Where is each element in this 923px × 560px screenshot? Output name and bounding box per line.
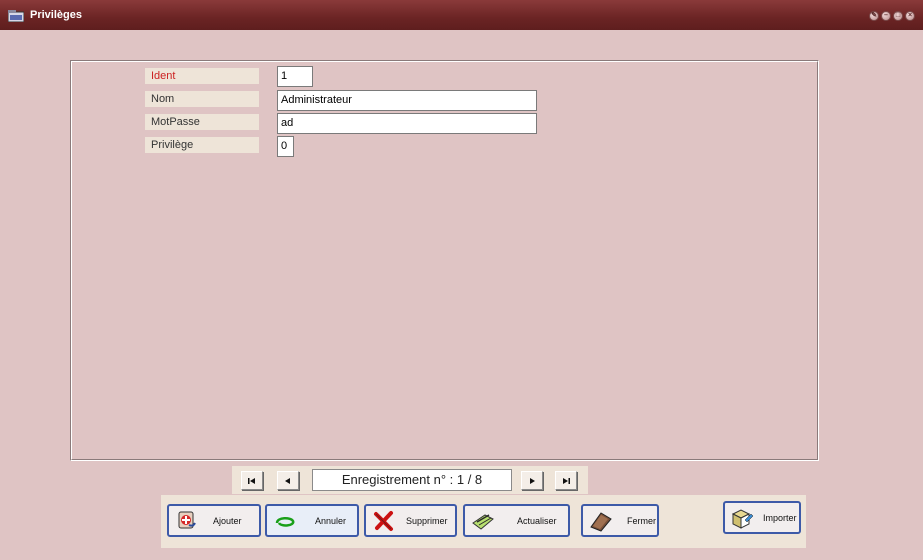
add-button-label: Ajouter <box>213 516 242 526</box>
nom-label: Nom <box>145 91 259 107</box>
close-button[interactable]: Fermer <box>581 504 659 537</box>
refresh-button[interactable]: Actualiser <box>463 504 570 537</box>
ident-field[interactable]: 1 <box>277 66 313 87</box>
import-icon <box>731 509 754 529</box>
refresh-pencil-icon <box>472 514 494 530</box>
cancel-undo-icon <box>275 517 295 527</box>
delete-button-label: Supprimer <box>406 516 448 526</box>
window-title: Privilèges <box>30 9 82 21</box>
record-navigator: Enregistrement n° : 1 / 8 <box>232 466 588 494</box>
motpasse-label: MotPasse <box>145 114 259 130</box>
import-button-label: Importer <box>763 513 797 523</box>
maximize-icon[interactable]: □ <box>893 11 903 21</box>
cancel-button[interactable]: Annuler <box>265 504 359 537</box>
nom-field[interactable]: Administrateur <box>277 90 537 111</box>
record-counter: Enregistrement n° : 1 / 8 <box>312 469 512 491</box>
next-record-button[interactable] <box>521 471 543 490</box>
privilege-field[interactable]: 0 <box>277 136 294 157</box>
action-toolbar: Ajouter Annuler Supprimer Actualiser Fer… <box>161 495 806 548</box>
settings-icon[interactable]: ✎ <box>869 11 879 21</box>
privilege-label: Privilège <box>145 137 259 153</box>
form-client-area: Ident 1 Nom Administrateur MotPasse ad P… <box>0 30 923 560</box>
refresh-button-label: Actualiser <box>517 516 557 526</box>
motpasse-field[interactable]: ad <box>277 113 537 134</box>
import-button[interactable]: Importer <box>723 501 801 534</box>
last-record-button[interactable] <box>555 471 577 490</box>
close-door-icon <box>590 512 612 532</box>
delete-button[interactable]: Supprimer <box>364 504 457 537</box>
next-record-icon <box>530 478 535 484</box>
title-bar[interactable]: Privilèges ✎ – □ × <box>0 0 923 30</box>
previous-record-icon <box>285 478 290 484</box>
minimize-icon[interactable]: – <box>881 11 891 21</box>
ident-label: Ident <box>145 68 259 84</box>
previous-record-button[interactable] <box>277 471 299 490</box>
delete-x-icon <box>374 511 393 531</box>
first-record-icon <box>248 478 255 484</box>
add-record-icon <box>178 511 196 529</box>
last-record-icon <box>563 478 570 484</box>
close-button-label: Fermer <box>627 516 656 526</box>
first-record-button[interactable] <box>241 471 263 490</box>
add-button[interactable]: Ajouter <box>167 504 261 537</box>
cancel-button-label: Annuler <box>315 516 347 526</box>
close-icon[interactable]: × <box>905 11 915 21</box>
app-window-icon <box>8 10 24 22</box>
